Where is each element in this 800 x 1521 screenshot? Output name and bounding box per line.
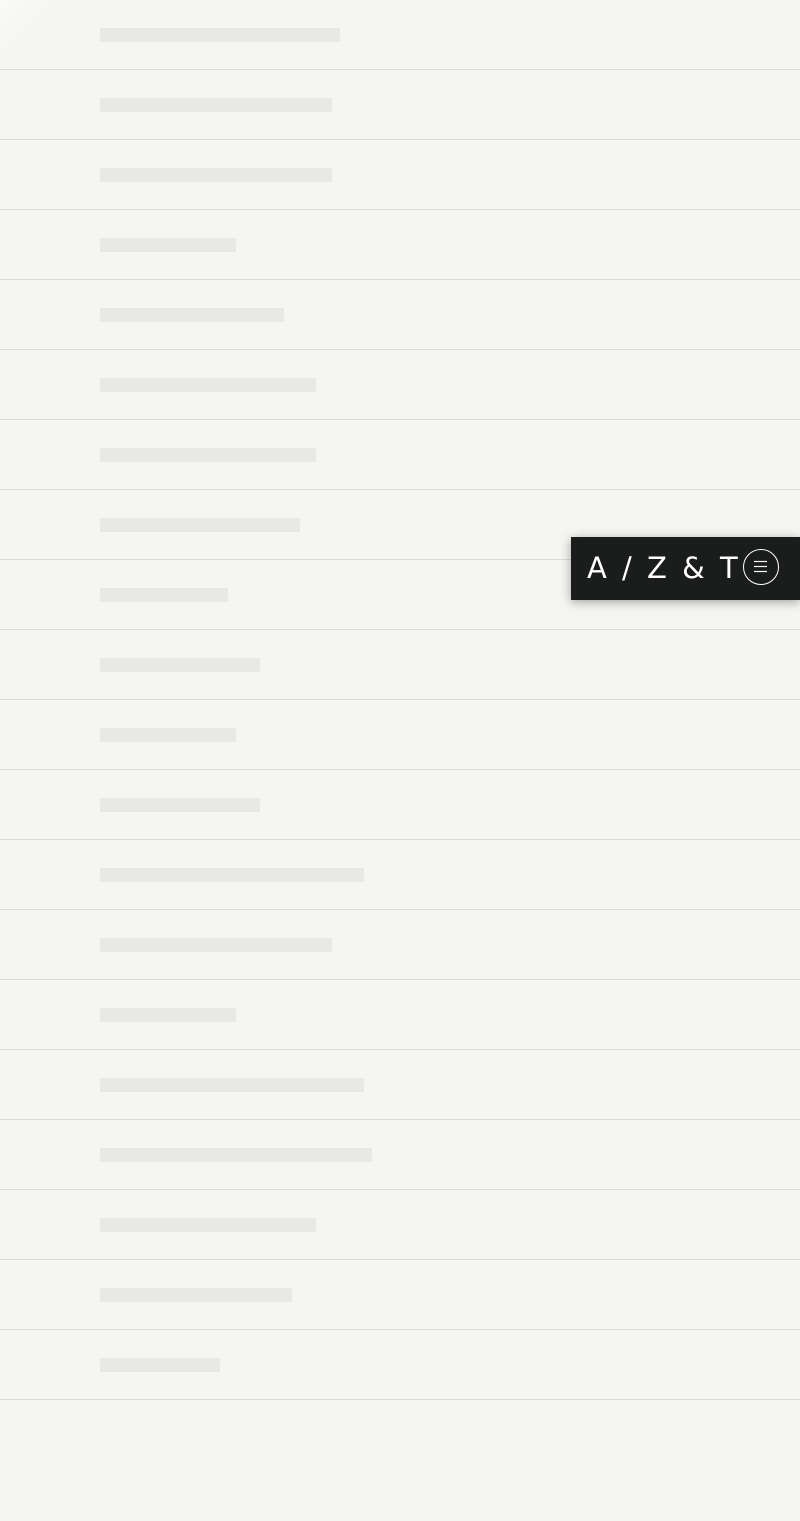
- skeleton-text-placeholder: [100, 98, 332, 112]
- list-item[interactable]: [0, 1330, 800, 1400]
- list-item[interactable]: [0, 280, 800, 350]
- skeleton-text-placeholder: [100, 168, 332, 182]
- list-item[interactable]: [0, 630, 800, 700]
- list-item[interactable]: [0, 1190, 800, 1260]
- list-item[interactable]: [0, 1260, 800, 1330]
- menu-button[interactable]: [743, 549, 779, 585]
- skeleton-text-placeholder: [100, 798, 260, 812]
- list-item[interactable]: [0, 1050, 800, 1120]
- skeleton-text-placeholder: [100, 1288, 292, 1302]
- list-item[interactable]: [0, 210, 800, 280]
- list-item[interactable]: [0, 140, 800, 210]
- list-item[interactable]: [0, 980, 800, 1050]
- list-item[interactable]: [0, 70, 800, 140]
- page: A / Z & T: [0, 0, 800, 1521]
- skeleton-text-placeholder: [100, 728, 236, 742]
- list-item[interactable]: [0, 770, 800, 840]
- skeleton-text-placeholder: [100, 518, 300, 532]
- brand-bar: A / Z & T: [571, 537, 800, 600]
- list-item[interactable]: [0, 350, 800, 420]
- skeleton-text-placeholder: [100, 1078, 364, 1092]
- list-item[interactable]: [0, 700, 800, 770]
- skeleton-text-placeholder: [100, 868, 364, 882]
- skeleton-text-placeholder: [100, 378, 316, 392]
- skeleton-text-placeholder: [100, 238, 236, 252]
- skeleton-text-placeholder: [100, 28, 340, 42]
- list-item[interactable]: [0, 420, 800, 490]
- list-item[interactable]: [0, 840, 800, 910]
- brand-logo[interactable]: A / Z & T: [587, 537, 741, 600]
- skeleton-text-placeholder: [100, 658, 260, 672]
- hamburger-menu-icon: [754, 560, 767, 573]
- list-item[interactable]: [0, 1120, 800, 1190]
- list-item[interactable]: [0, 0, 800, 70]
- skeleton-text-placeholder: [100, 448, 316, 462]
- skeleton-text-placeholder: [100, 1358, 220, 1372]
- skeleton-text-placeholder: [100, 1218, 316, 1232]
- skeleton-text-placeholder: [100, 1148, 372, 1162]
- skeleton-text-placeholder: [100, 308, 284, 322]
- skeleton-text-placeholder: [100, 938, 332, 952]
- loading-list: [0, 0, 800, 1400]
- skeleton-text-placeholder: [100, 1008, 236, 1022]
- list-item[interactable]: [0, 910, 800, 980]
- skeleton-text-placeholder: [100, 588, 228, 602]
